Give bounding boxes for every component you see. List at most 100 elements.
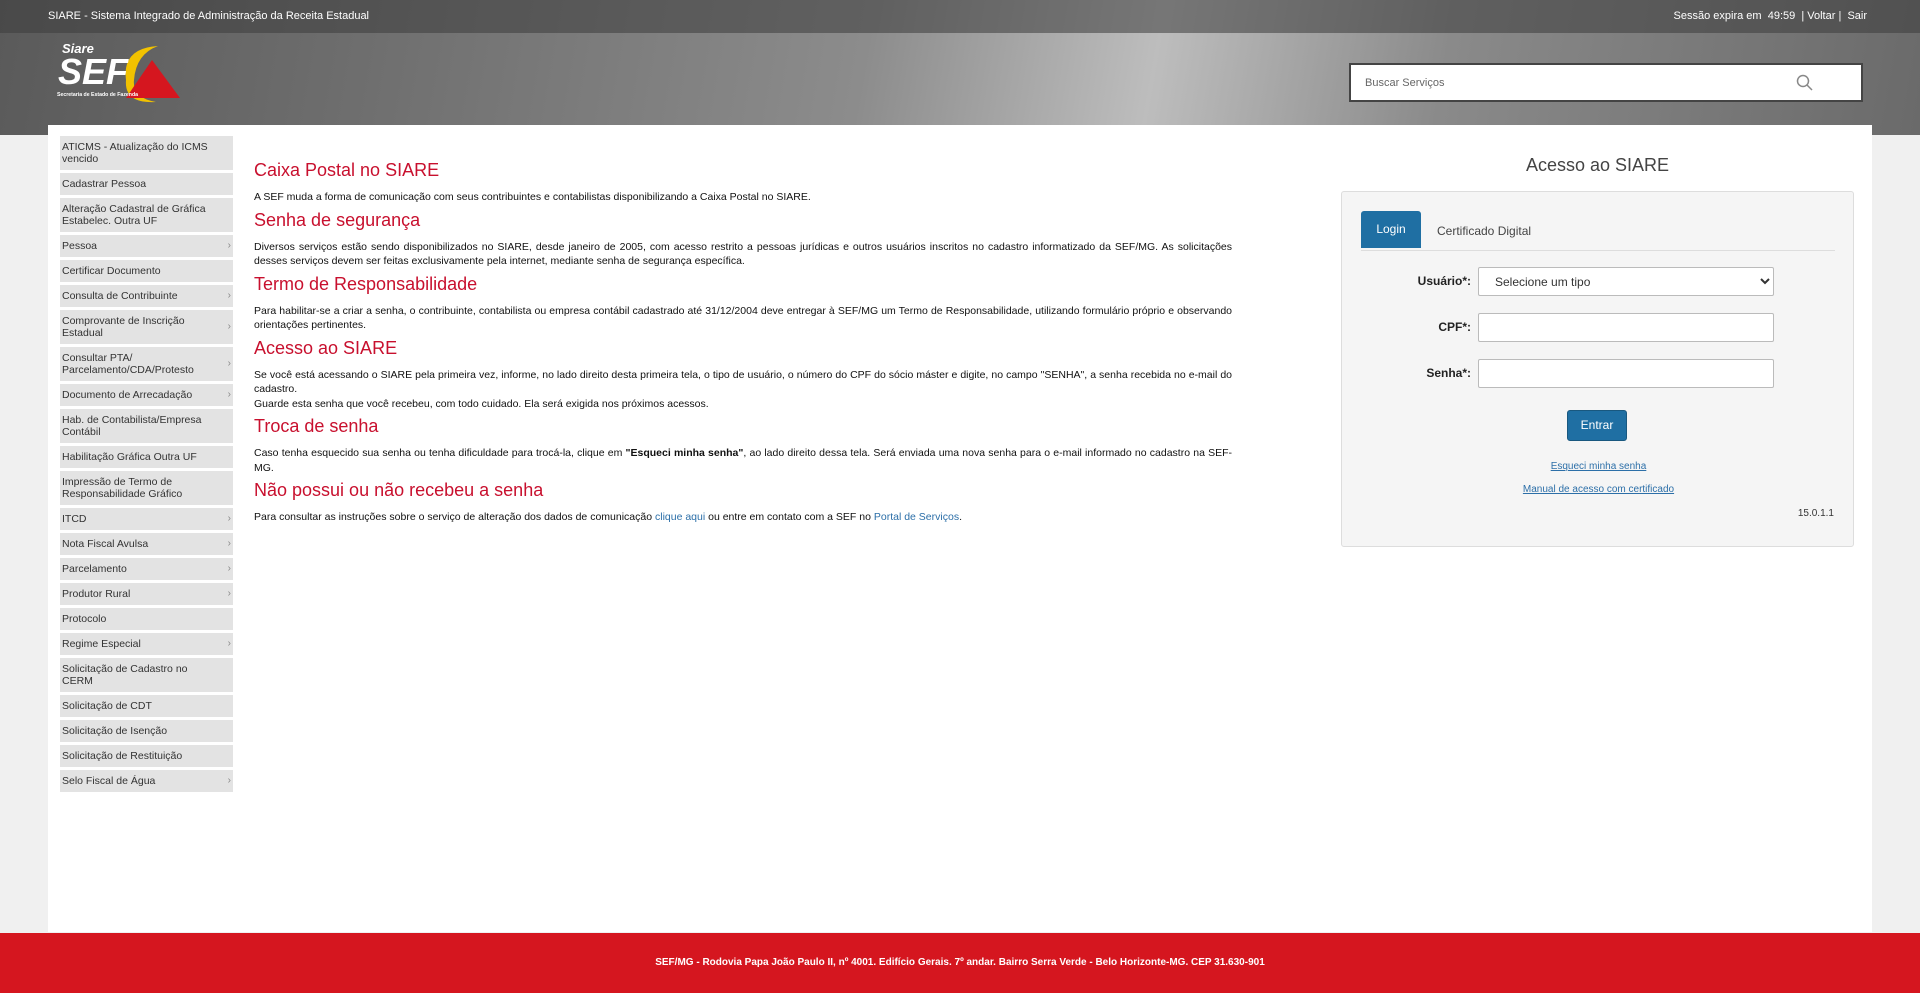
cpf-label: CPF*: [1438,320,1471,334]
sidebar-item[interactable]: Consulta de Contribuinte › [60,285,233,310]
login-tabs: Login Certificado Digital [1361,211,1835,251]
footer-address: SEF/MG - Rodovia Papa João Paulo II, nº … [655,957,1265,968]
sidebar-item[interactable]: Regime Especial › [60,633,233,658]
session-label: Sessão expira em [1673,10,1762,22]
nao-possui-text-before: Para consultar as instruções sobre o ser… [254,511,655,523]
section-title-caixa-postal: Caixa Postal no SIARE [254,160,440,180]
sidebar-item-label: Pessoa [62,240,98,252]
search-icon[interactable] [1795,73,1815,93]
section-text-troca-senha: Caso tenha esquecido sua senha ou tenha … [254,446,1232,475]
login-title: Acesso ao SIARE [1525,155,1670,175]
sidebar-item-label: Habilitação Gráfica Outra UF [62,451,197,463]
sidebar-item[interactable]: Alteração Cadastral de Gráfica Estabelec… [60,198,233,235]
sidebar-item[interactable]: ATICMS - Atualização do ICMS vencido [60,136,233,173]
logout-link[interactable]: Sair [1847,10,1867,22]
sidebar-item-label: Consultar PTA/ Parcelamento/CDA/Protesto [62,352,194,376]
session-info: Sessão expira em 49:59 | Voltar | Sair [1673,10,1867,22]
sidebar-item-label: Selo Fiscal de Água [62,775,156,787]
user-type-select[interactable]: Selecione um tipo [1478,267,1774,296]
sidebar-item-label: ITCD [62,513,87,525]
sidebar-item[interactable]: Habilitação Gráfica Outra UF [60,446,233,471]
chevron-right-icon: › [227,389,231,400]
sidebar-item-label: Consulta de Contribuinte [62,290,178,302]
sidebar-item-label: Solicitação de CDT [62,700,152,712]
search-box [1349,63,1863,102]
portal-servicos-link[interactable]: Portal de Serviços [874,511,959,523]
troca-text-bold: "Esqueci minha senha" [625,447,744,459]
section-text-acesso-2: Guarde esta senha que você recebeu, com … [254,397,709,410]
sidebar-item[interactable]: Hab. de Contabilista/Empresa Contábil [60,409,233,446]
sidebar-item[interactable]: Solicitação de Isenção [60,720,233,745]
section-title-troca-senha: Troca de senha [254,416,379,436]
sidebar-item[interactable]: Selo Fiscal de Água › [60,770,233,795]
sidebar-item[interactable]: ITCD › [60,508,233,533]
sidebar-item[interactable]: Parcelamento › [60,558,233,583]
sidebar-item[interactable]: Produtor Rural › [60,583,233,608]
chevron-right-icon: › [227,538,231,549]
cpf-row: CPF*: [1342,313,1855,343]
sidebar-item-label: Regime Especial [62,638,141,650]
chevron-right-icon: › [227,775,231,786]
troca-text-before: Caso tenha esquecido sua senha ou tenha … [254,447,626,459]
nao-possui-text-after: . [959,511,962,523]
enter-button[interactable]: Entrar [1567,410,1627,441]
sidebar-item[interactable]: Impressão de Termo de Responsabilidade G… [60,471,233,508]
user-type-label: Usuário*: [1417,274,1471,288]
session-timer: 49:59 [1767,10,1796,22]
sidebar-item-label: Solicitação de Restituição [62,750,183,762]
sidebar-menu: ATICMS - Atualização do ICMS vencido Cada… [60,136,233,795]
back-link[interactable]: Voltar [1807,10,1835,22]
section-title-acesso: Acesso ao SIARE [254,337,398,358]
sidebar-item[interactable]: Solicitação de Restituição [60,745,233,770]
sef-logo[interactable]: Siare SEF Secretaria de Estado de Fazend… [56,40,180,106]
sidebar-item[interactable]: Pessoa › [60,235,233,260]
chevron-right-icon: › [227,358,231,369]
sidebar-item[interactable]: Protocolo [60,608,233,633]
section-title-termo: Termo de Responsabilidade [254,273,478,294]
section-text-acesso-1: Se você está acessando o SIARE pela prim… [254,368,1232,396]
chevron-right-icon: › [227,321,231,332]
sidebar-item[interactable]: Consultar PTA/ Parcelamento/CDA/Protesto… [60,347,233,384]
sidebar-item[interactable]: Certificar Documento [60,260,233,285]
section-title-nao-possui: Não possui ou não recebeu a senha [254,480,544,500]
user-type-row: Usuário*: Selecione um tipo [1342,267,1855,297]
system-title: SIARE - Sistema Integrado de Administraç… [48,10,370,22]
password-row: Senha*: [1342,359,1855,389]
sidebar-item-label: Produtor Rural [62,588,131,600]
certificate-manual-link[interactable]: Manual de acesso com certificado [1342,484,1855,495]
sidebar-item[interactable]: Solicitação de Cadastro no CERM [60,658,233,695]
chevron-right-icon: › [227,513,231,524]
sidebar-item-label: Impressão de Termo de Responsabilidade G… [62,476,183,500]
sidebar-item-label: Parcelamento [62,563,127,575]
main-content: Caixa Postal no SIARE A SEF muda a forma… [254,159,1232,529]
sidebar-item[interactable]: Nota Fiscal Avulsa › [60,533,233,558]
chevron-right-icon: › [227,638,231,649]
clique-aqui-link[interactable]: clique aqui [655,511,705,523]
sidebar-item[interactable]: Comprovante de Inscrição Estadual › [60,310,233,347]
cpf-field[interactable] [1478,313,1774,342]
password-label: Senha*: [1426,366,1471,380]
sidebar-item[interactable]: Cadastrar Pessoa [60,173,233,198]
sidebar-item-label: Alteração Cadastral de Gráfica Estabelec… [62,203,206,227]
forgot-password-link[interactable]: Esqueci minha senha [1342,461,1855,472]
sidebar-item[interactable]: Solicitação de CDT [60,695,233,720]
sidebar-item-label: Solicitação de Isenção [62,725,168,737]
sidebar-item-label: Hab. de Contabilista/Empresa Contábil [62,414,202,438]
login-panel: Login Certificado Digital Usuário*: Sele… [1341,191,1854,547]
sidebar-item-label: Comprovante de Inscrição Estadual [62,315,185,339]
search-input[interactable] [1365,75,1785,91]
section-text-nao-possui: Para consultar as instruções sobre o ser… [254,510,1232,525]
tab-login[interactable]: Login [1361,211,1421,248]
sidebar-item-label: ATICMS - Atualização do ICMS vencido [62,141,208,165]
version-number: 15.0.1.1 [1797,508,1834,519]
password-field[interactable] [1478,359,1774,388]
sidebar-item-label: Cadastrar Pessoa [62,178,147,190]
tab-certificado-digital[interactable]: Certificado Digital [1437,211,1531,248]
section-title-senha-seguranca: Senha de segurança [254,209,421,230]
chevron-right-icon: › [227,563,231,574]
sidebar-item[interactable]: Documento de Arrecadação › [60,384,233,409]
sef-logo-graphic: Siare SEF Secretaria de Estado de Fazend… [57,41,180,103]
top-bar: SIARE - Sistema Integrado de Administraç… [0,0,1920,33]
chevron-right-icon: › [227,588,231,599]
main-container: ATICMS - Atualização do ICMS vencido Cada… [48,125,1872,932]
